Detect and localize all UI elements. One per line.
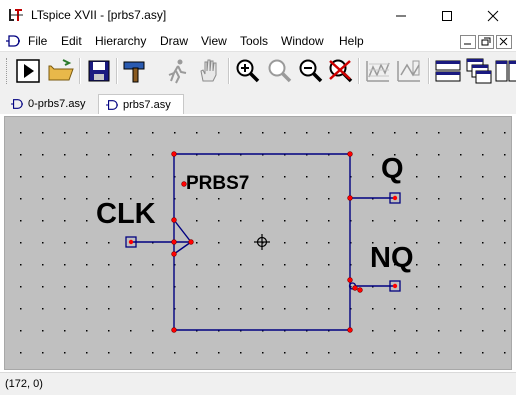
toolbar-separator [228, 58, 230, 84]
close-icon [487, 10, 499, 21]
plot-settings-icon [366, 61, 390, 82]
tile-horizontal-icon [435, 60, 461, 82]
q-pin-label[interactable]: Q [381, 153, 404, 185]
maximize-icon [442, 10, 452, 21]
zoom-pan-button[interactable] [265, 57, 293, 85]
cascade-icon [466, 58, 492, 84]
minimize-icon [464, 43, 471, 45]
mdi-close-button[interactable] [496, 35, 512, 49]
running-man-icon [168, 59, 187, 84]
zoom-in-button[interactable] [233, 57, 261, 85]
origin-crosshair-icon [254, 234, 270, 250]
tile-vertical-button[interactable] [494, 57, 516, 85]
run-button[interactable] [14, 57, 42, 85]
restore-icon [481, 37, 491, 46]
window-title: LTspice XVII - [prbs7.asy] [31, 8, 167, 22]
cascade-button[interactable] [465, 57, 493, 85]
document-tab-bar: 0-prbs7.asy prbs7.asy [0, 92, 516, 114]
nq-pin-label[interactable]: NQ [370, 242, 414, 274]
zoom-out-icon [299, 59, 323, 83]
toolbar-grip[interactable] [6, 58, 10, 84]
plot-settings-button[interactable] [364, 57, 392, 85]
drag-button[interactable] [195, 57, 223, 85]
close-button[interactable] [470, 0, 516, 31]
grid-dots [20, 132, 506, 354]
title-bar: LTspice XVII - [prbs7.asy] [0, 0, 516, 31]
schematic-drawing: PRBS7 CLK Q NQ [20, 132, 506, 354]
tab-0-prbs7[interactable]: 0-prbs7.asy [4, 94, 96, 113]
menu-tools[interactable]: Tools [240, 34, 268, 48]
zoom-cancel-icon [329, 59, 353, 83]
cursor-coordinates: (172, 0) [5, 378, 43, 390]
run-icon [16, 59, 40, 83]
symbol-document-icon [106, 99, 118, 110]
menu-draw[interactable]: Draw [160, 34, 188, 48]
toolbar-separator [428, 58, 430, 84]
tab-label: 0-prbs7.asy [28, 97, 86, 110]
close-icon [499, 37, 508, 46]
open-folder-icon [48, 59, 74, 81]
menu-hierarchy[interactable]: Hierarchy [95, 34, 146, 48]
move-button[interactable] [163, 57, 191, 85]
tab-label: prbs7.asy [123, 98, 171, 111]
zoom-cancel-button[interactable] [326, 57, 354, 85]
tile-vertical-icon [495, 60, 516, 82]
plot-edit-button[interactable] [395, 57, 423, 85]
menu-edit[interactable]: Edit [61, 34, 82, 48]
maximize-button[interactable] [424, 0, 470, 31]
save-button[interactable] [85, 57, 113, 85]
status-bar: (172, 0) [0, 372, 516, 395]
save-icon [88, 60, 110, 82]
menu-help[interactable]: Help [339, 34, 364, 48]
toolbar-separator [358, 58, 360, 84]
symbol-editor-canvas[interactable]: PRBS7 CLK Q NQ [4, 116, 512, 370]
minimize-icon [396, 15, 406, 16]
clock-indicator[interactable] [173, 219, 192, 255]
open-button[interactable] [47, 57, 75, 85]
hammer-button[interactable] [121, 57, 149, 85]
menu-view[interactable]: View [201, 34, 227, 48]
zoom-in-icon [236, 59, 260, 83]
zoom-pan-icon [268, 59, 292, 83]
ltspice-logo-icon [8, 7, 24, 23]
menu-bar: File Edit Hierarchy Draw View Tools Wind… [0, 31, 516, 51]
hammer-icon [123, 61, 145, 83]
menu-window[interactable]: Window [281, 34, 324, 48]
symbol-document-icon[interactable] [5, 34, 21, 48]
clk-pin-label[interactable]: CLK [96, 198, 156, 230]
plot-edit-icon [397, 60, 420, 82]
menu-file[interactable]: File [28, 34, 47, 48]
tile-horizontal-button[interactable] [434, 57, 462, 85]
mdi-restore-button[interactable] [478, 35, 494, 49]
minimize-button[interactable] [378, 0, 424, 31]
toolbar [0, 51, 516, 93]
hand-icon [200, 59, 217, 82]
toolbar-separator [116, 58, 118, 84]
mdi-minimize-button[interactable] [460, 35, 476, 49]
toolbar-separator [79, 58, 81, 84]
symbol-document-icon [11, 98, 23, 109]
zoom-out-button[interactable] [296, 57, 324, 85]
tab-prbs7[interactable]: prbs7.asy [98, 94, 184, 114]
symbol-name-label[interactable]: PRBS7 [186, 173, 249, 194]
